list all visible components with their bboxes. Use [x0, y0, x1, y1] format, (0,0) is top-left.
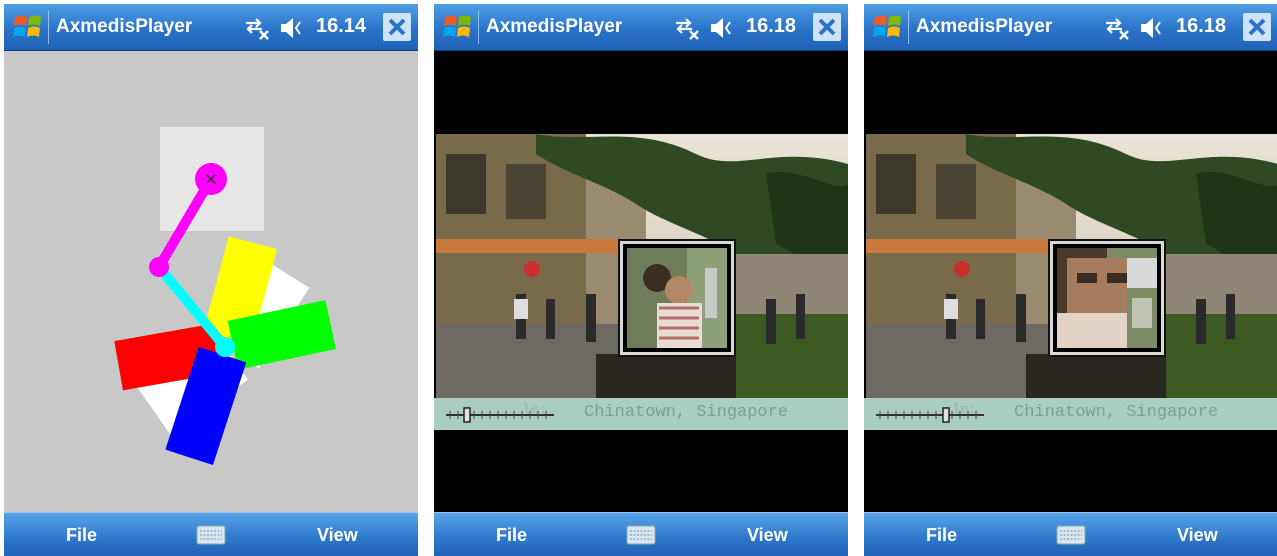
skeleton-canvas[interactable] [4, 51, 418, 512]
view-menu[interactable]: View [1177, 525, 1218, 546]
keyboard-icon[interactable] [196, 524, 226, 546]
connectivity-icon[interactable] [1102, 14, 1132, 42]
view-menu[interactable]: View [747, 525, 788, 546]
pip-video [627, 248, 727, 348]
video-area[interactable]: le: Chinatown, Singapore [434, 51, 848, 512]
volume-icon[interactable] [1138, 14, 1168, 42]
volume-icon[interactable] [278, 14, 308, 42]
joint-center [215, 337, 235, 357]
view-menu[interactable]: View [317, 525, 358, 546]
menu-bar: File View [864, 512, 1277, 556]
menu-bar: File View [4, 512, 418, 556]
file-menu[interactable]: File [66, 525, 97, 546]
volume-icon[interactable] [708, 14, 738, 42]
video-area[interactable]: le: Chinatown, Singapore [864, 51, 1277, 512]
video-caption: Chinatown, Singapore [1014, 403, 1219, 422]
windows-start-icon[interactable] [12, 11, 44, 43]
file-menu[interactable]: File [926, 525, 957, 546]
ghost-text: le: [952, 402, 978, 418]
video-caption: Chinatown, Singapore [584, 403, 789, 422]
screen-2: AxmedisPlayer 16.18 le: Chinatown, Singa… [434, 4, 848, 556]
close-icon [388, 18, 406, 36]
menu-bar: File View [434, 512, 848, 556]
clock: 16.18 [746, 15, 797, 37]
keyboard-icon[interactable] [1056, 524, 1086, 546]
joint-middle [149, 257, 169, 277]
title-bar: AxmedisPlayer 16.18 [434, 4, 848, 51]
clock: 16.18 [1176, 15, 1227, 37]
slider-thumb [942, 407, 950, 423]
connectivity-icon[interactable] [672, 14, 702, 42]
app-title: AxmedisPlayer [56, 16, 193, 37]
title-bar: AxmedisPlayer 16.14 [4, 4, 418, 51]
connectivity-icon[interactable] [242, 14, 272, 42]
screen-3: AxmedisPlayer 16.18 le: Chinatown, Singa… [864, 4, 1277, 556]
clock: 16.14 [316, 15, 367, 37]
close-button[interactable] [813, 13, 841, 41]
close-icon [818, 18, 836, 36]
caption-bar: le: Chinatown, Singapore [864, 398, 1277, 430]
screen-1: AxmedisPlayer 16.14 File View [4, 4, 418, 556]
title-separator [908, 10, 909, 44]
app-title: AxmedisPlayer [486, 16, 623, 37]
title-separator [48, 10, 49, 44]
windows-start-icon[interactable] [442, 11, 474, 43]
app-title: AxmedisPlayer [916, 16, 1053, 37]
ghost-text: le: [522, 402, 548, 418]
file-menu[interactable]: File [496, 525, 527, 546]
keyboard-icon[interactable] [626, 524, 656, 546]
caption-bar: le: Chinatown, Singapore [434, 398, 848, 430]
pip-video [1057, 248, 1157, 348]
close-button[interactable] [1243, 13, 1271, 41]
close-icon [1248, 18, 1266, 36]
slider-thumb [463, 407, 471, 423]
close-button[interactable] [383, 13, 411, 41]
title-separator [478, 10, 479, 44]
windows-start-icon[interactable] [872, 11, 904, 43]
title-bar: AxmedisPlayer 16.18 [864, 4, 1277, 51]
pip-window[interactable] [1050, 241, 1164, 355]
pip-window[interactable] [620, 241, 734, 355]
